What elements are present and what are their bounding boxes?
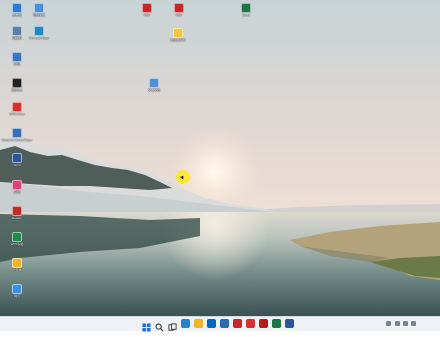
desktop-icon-label: WPS表格 bbox=[10, 242, 24, 246]
control-panel-icon bbox=[34, 3, 44, 13]
desktop-icon[interactable]: Windows Media Player bbox=[0, 128, 34, 142]
pdf-icon[interactable] bbox=[259, 319, 268, 328]
desktop-icon[interactable]: Word bbox=[0, 153, 34, 167]
desktop-icon[interactable]: 新建文件夹 bbox=[161, 28, 195, 42]
desktop-icon[interactable]: 文本文档 bbox=[137, 78, 171, 92]
desktop-icon-label: Windows Media Player bbox=[1, 138, 33, 142]
desktop-icon-label: 控制面板 bbox=[32, 13, 45, 17]
start-icon[interactable] bbox=[142, 319, 151, 332]
word-doc-icon[interactable] bbox=[285, 319, 294, 328]
desktop-icon[interactable]: Reader bbox=[0, 206, 34, 220]
edge-icon[interactable] bbox=[181, 319, 190, 328]
desktop-icon[interactable]: 文件夹 bbox=[0, 258, 34, 272]
text-file-icon bbox=[149, 78, 159, 88]
desktop-icon[interactable]: 画图 bbox=[0, 180, 34, 194]
desktop-icon[interactable]: 控制面板 bbox=[22, 3, 56, 17]
pdf-icon bbox=[142, 3, 152, 13]
desktop-icon[interactable]: PDF bbox=[130, 3, 164, 17]
network-icon bbox=[12, 52, 22, 62]
wallpaper bbox=[0, 0, 440, 316]
desktop-icon-label: PDF bbox=[144, 13, 150, 17]
recycle-bin-icon bbox=[12, 26, 22, 36]
store-icon[interactable] bbox=[207, 319, 216, 328]
desktop-icon-label: Reader bbox=[12, 216, 22, 220]
desktop-icon-label: Excel bbox=[242, 13, 250, 17]
folder-icon bbox=[12, 258, 22, 268]
desktop: 此电脑 回收站 网络 控制面板 Microsoft Edge 腾讯QQ WPS Office… bbox=[0, 0, 440, 316]
spreadsheet-icon bbox=[12, 232, 22, 242]
volume-icon[interactable] bbox=[403, 321, 408, 326]
network-icon[interactable] bbox=[395, 321, 400, 326]
desktop-icon-label: 腾讯QQ bbox=[11, 88, 23, 92]
pdf-icon bbox=[174, 3, 184, 13]
word-doc-icon bbox=[12, 153, 22, 163]
media-player-icon bbox=[12, 128, 22, 138]
desktop-icon-label: WPS Office bbox=[9, 112, 25, 116]
desktop-icon-label: 网页 bbox=[13, 294, 20, 298]
excel-icon[interactable] bbox=[272, 319, 281, 328]
file-explorer-icon[interactable] bbox=[194, 319, 203, 328]
computer-icon bbox=[12, 3, 22, 13]
desktop-icon-label: Microsoft Edge bbox=[28, 36, 49, 40]
folder-icon bbox=[173, 28, 183, 38]
desktop-icon-label: 文件夹 bbox=[12, 268, 22, 272]
mail-icon[interactable] bbox=[220, 319, 229, 328]
desktop-icon[interactable]: Excel bbox=[229, 3, 263, 17]
excel-icon bbox=[241, 3, 251, 13]
reader-icon bbox=[12, 206, 22, 216]
desktop-icon[interactable]: PDF bbox=[162, 3, 196, 17]
chevron-up-icon[interactable] bbox=[386, 321, 391, 326]
edge-icon bbox=[34, 26, 44, 36]
desktop-icon[interactable]: WPS表格 bbox=[0, 232, 34, 246]
desktop-icon-label: 网络 bbox=[13, 62, 20, 66]
desktop-icon[interactable]: 网页 bbox=[0, 284, 34, 298]
pdf-icon[interactable] bbox=[233, 319, 242, 328]
desktop-icon-label: 文本文档 bbox=[147, 88, 160, 92]
qq-icon bbox=[12, 78, 22, 88]
desktop-icon-label: 新建文件夹 bbox=[170, 38, 186, 42]
web-shortcut-icon bbox=[12, 284, 22, 294]
ime-icon[interactable] bbox=[411, 321, 416, 326]
desktop-icon[interactable]: 网络 bbox=[0, 52, 34, 66]
desktop-icon[interactable]: WPS Office bbox=[0, 102, 34, 116]
search-icon[interactable] bbox=[155, 319, 164, 332]
desktop-icon-label: 画图 bbox=[13, 190, 20, 194]
desktop-icon-label: Word bbox=[13, 163, 21, 167]
wps-icon[interactable] bbox=[246, 319, 255, 328]
task-view-icon[interactable] bbox=[168, 319, 177, 331]
paint-icon bbox=[12, 180, 22, 190]
desktop-icon[interactable]: Microsoft Edge bbox=[22, 26, 56, 40]
wps-icon bbox=[12, 102, 22, 112]
taskbar bbox=[0, 316, 440, 332]
desktop-icon[interactable]: 腾讯QQ bbox=[0, 78, 34, 92]
desktop-icon-label: PDF bbox=[176, 13, 182, 17]
